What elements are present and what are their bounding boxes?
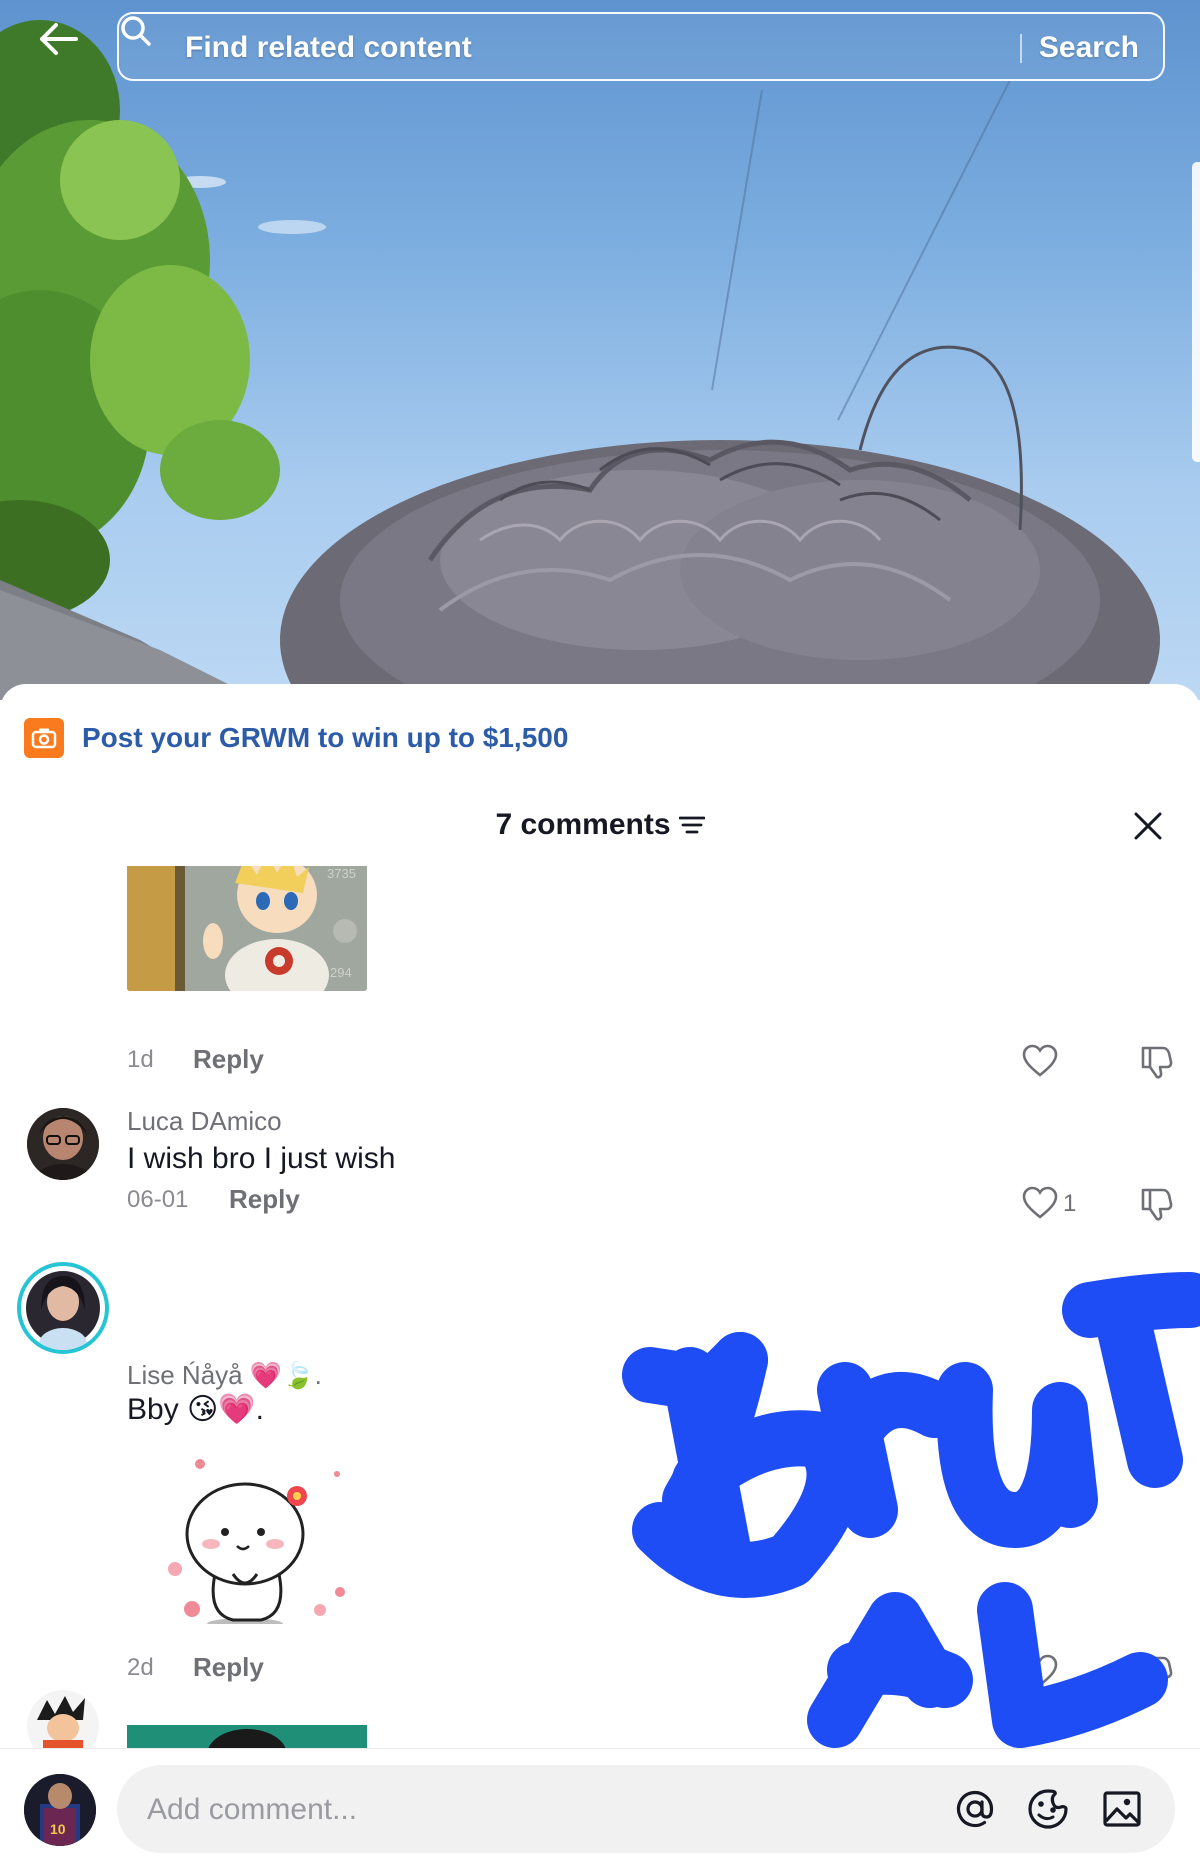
like-count: 1 bbox=[1063, 1190, 1077, 1217]
dislike-icon[interactable] bbox=[1139, 1044, 1173, 1080]
user-avatar[interactable]: 10 bbox=[24, 1774, 96, 1846]
reply-button[interactable]: Reply bbox=[193, 1044, 264, 1075]
comment-time: 1d bbox=[127, 1046, 154, 1073]
heart-icon[interactable] bbox=[1022, 1654, 1058, 1688]
close-icon[interactable] bbox=[1130, 808, 1166, 844]
avatar[interactable] bbox=[27, 1108, 99, 1180]
sort-icon[interactable] bbox=[678, 815, 705, 835]
comments-sheet: Post your GRWM to win up to $1,500 7 com… bbox=[0, 684, 1200, 1867]
search-input[interactable]: Find related content bbox=[185, 31, 472, 65]
scrollbar[interactable] bbox=[1192, 162, 1200, 462]
search-icon bbox=[121, 16, 151, 46]
sticker-image[interactable] bbox=[145, 1424, 355, 1624]
svg-text:294: 294 bbox=[330, 965, 352, 980]
avatar-story-ring[interactable] bbox=[17, 1262, 109, 1354]
comment-username[interactable]: Lise Ńåyå 💗🍃. bbox=[127, 1360, 322, 1391]
comment-time: 2d bbox=[127, 1654, 154, 1681]
svg-text:10: 10 bbox=[50, 1821, 66, 1837]
comments-count: 7 comments bbox=[495, 808, 671, 841]
svg-text:3735: 3735 bbox=[327, 866, 356, 881]
curly-hair bbox=[280, 345, 1160, 700]
comment-time: 06-01 bbox=[127, 1186, 189, 1213]
camera-icon bbox=[24, 718, 64, 758]
video-player[interactable]: Find related content Search bbox=[0, 0, 1200, 700]
emoji-sticker-icon[interactable] bbox=[1027, 1788, 1069, 1830]
top-bar: Find related content Search bbox=[0, 0, 1200, 95]
promo-text: Post your GRWM to win up to $1,500 bbox=[82, 722, 569, 753]
search-divider bbox=[1020, 34, 1022, 63]
mention-icon[interactable] bbox=[955, 1789, 995, 1829]
comment-username[interactable]: Luca DAmico bbox=[127, 1106, 282, 1137]
comments-header: 7 comments bbox=[0, 808, 1200, 842]
dislike-icon[interactable] bbox=[1139, 1654, 1173, 1690]
promo-banner[interactable]: Post your GRWM to win up to $1,500 bbox=[24, 716, 568, 760]
heart-icon[interactable] bbox=[1022, 1186, 1058, 1220]
comment-input-bar: 10 bbox=[0, 1748, 1200, 1868]
search-bar[interactable]: Find related content Search bbox=[117, 12, 1165, 81]
comment-text: Bby 😘💗. bbox=[127, 1393, 264, 1426]
image-upload-icon[interactable] bbox=[1101, 1788, 1143, 1830]
comment-input[interactable] bbox=[117, 1765, 1175, 1853]
search-button[interactable]: Search bbox=[1039, 31, 1139, 65]
tree bbox=[0, 20, 280, 620]
comment-image[interactable]: 3735 294 bbox=[127, 866, 367, 991]
back-arrow-icon[interactable] bbox=[38, 22, 88, 72]
reply-button[interactable]: Reply bbox=[229, 1184, 300, 1215]
heart-icon[interactable] bbox=[1022, 1044, 1058, 1078]
video-frame bbox=[0, 20, 1160, 700]
dislike-icon[interactable] bbox=[1139, 1186, 1173, 1222]
comment-input-field[interactable] bbox=[145, 1787, 929, 1833]
comment-text: I wish bro I just wish bbox=[127, 1142, 396, 1175]
reply-button[interactable]: Reply bbox=[193, 1652, 264, 1683]
